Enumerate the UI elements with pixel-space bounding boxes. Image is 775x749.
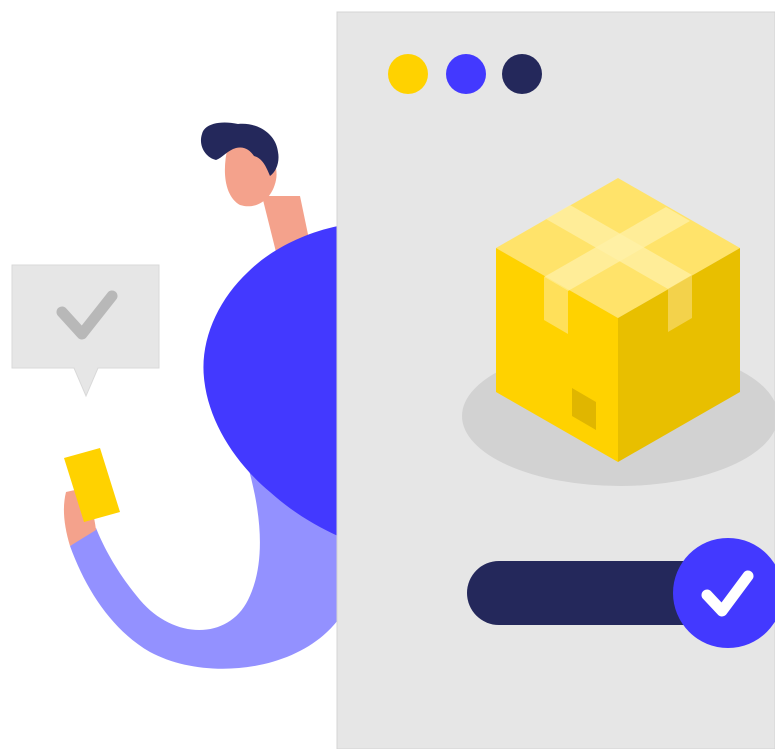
navy-dot[interactable] (502, 54, 542, 94)
person-shirt (203, 226, 338, 536)
window-controls (388, 54, 542, 94)
illustration (0, 0, 775, 749)
person (63, 122, 338, 669)
yellow-dot[interactable] (388, 54, 428, 94)
app-window (336, 11, 775, 749)
illustration-canvas (11, 11, 775, 749)
blue-dot[interactable] (446, 54, 486, 94)
speech-bubble (11, 264, 160, 398)
